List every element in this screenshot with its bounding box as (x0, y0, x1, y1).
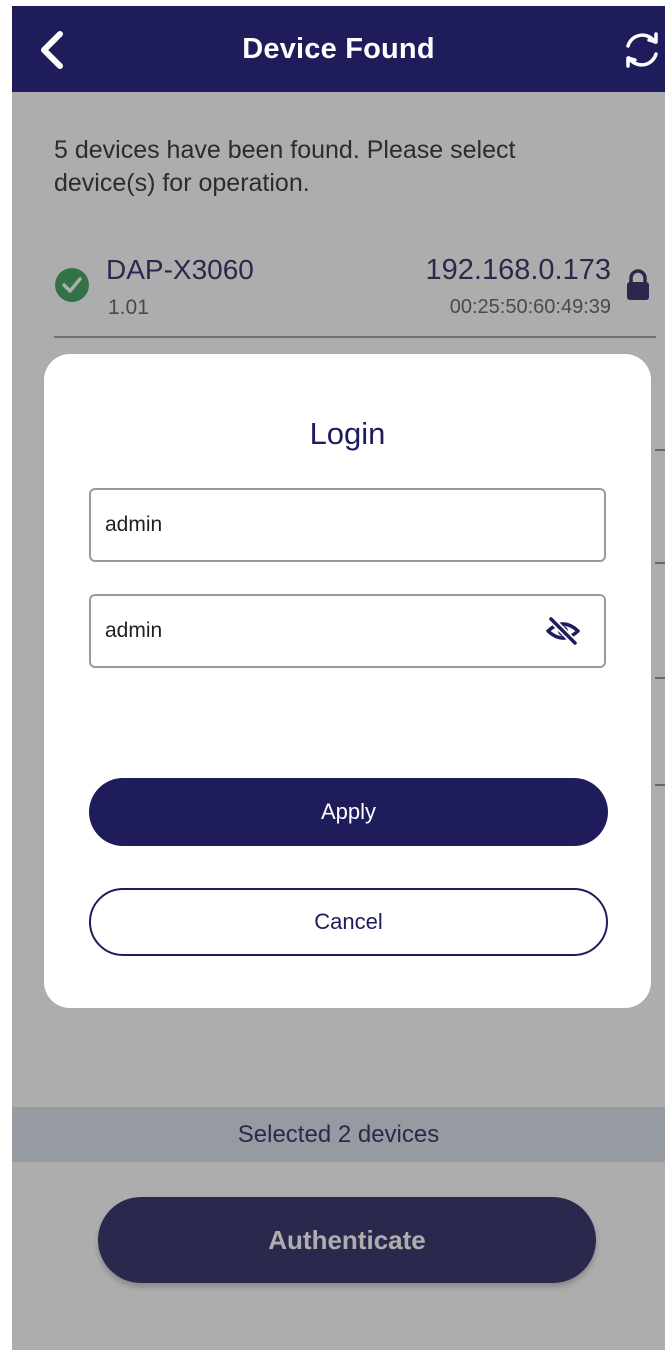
username-value: admin (105, 513, 163, 536)
login-dialog: Login admin admin Apply Cancel (44, 354, 651, 1008)
apply-button[interactable]: Apply (89, 778, 608, 846)
refresh-icon (626, 32, 658, 68)
eye-off-icon[interactable] (545, 615, 581, 647)
refresh-button[interactable] (620, 28, 664, 72)
dialog-title: Login (309, 416, 386, 451)
username-field[interactable]: admin (89, 488, 606, 562)
back-button[interactable] (34, 28, 74, 72)
password-field[interactable]: admin (89, 594, 606, 668)
app-screen: Device Found 5 devices have been found. … (12, 6, 665, 1350)
page-title: Device Found (242, 33, 435, 65)
cancel-button[interactable]: Cancel (89, 888, 608, 956)
top-app-bar: Device Found (12, 6, 665, 92)
password-value: admin (105, 619, 163, 642)
chevron-left-icon (41, 31, 63, 69)
